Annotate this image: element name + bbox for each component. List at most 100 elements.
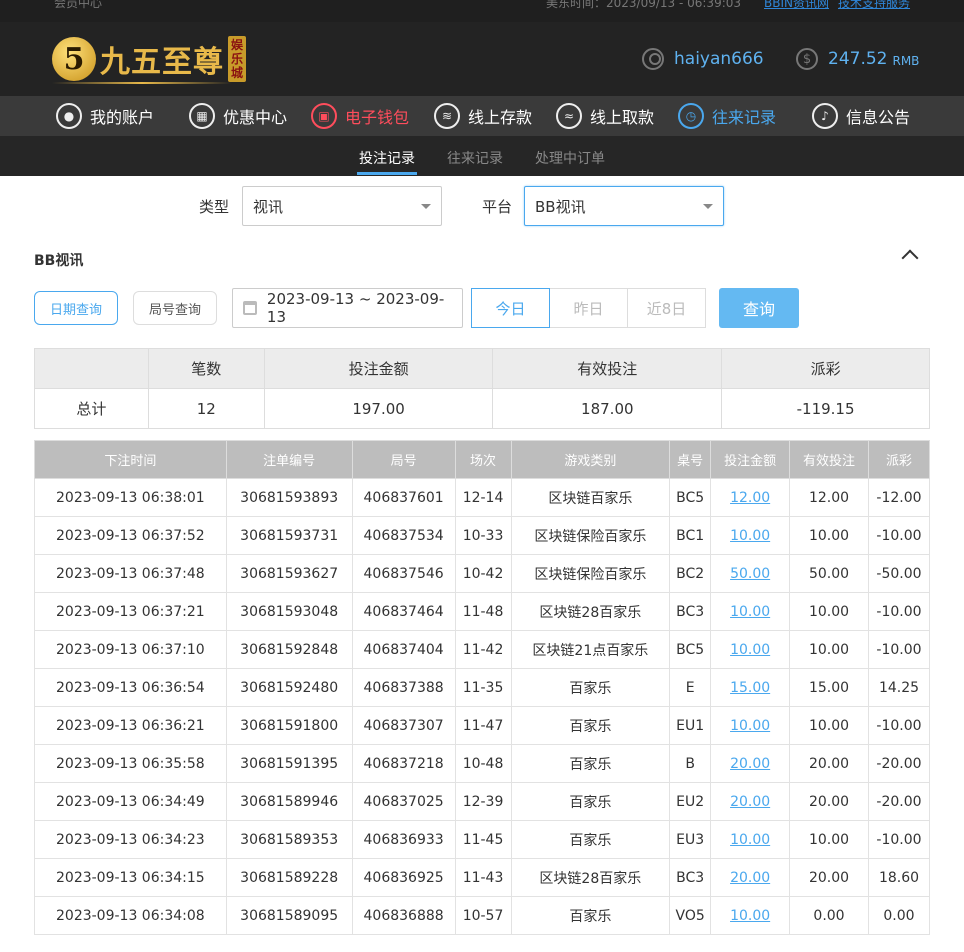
bet-amount-link[interactable]: 12.00: [710, 478, 791, 517]
table-cell: 15.00: [789, 668, 869, 707]
platform-select[interactable]: BB视讯: [524, 186, 724, 226]
table-cell: 10.00: [789, 592, 869, 631]
bet-amount-link[interactable]: 10.00: [710, 592, 791, 631]
bet-amount-link[interactable]: 20.00: [710, 744, 791, 783]
chevron-up-icon[interactable]: [901, 249, 919, 267]
nav-label: 信息公告: [846, 108, 911, 127]
table-cell: 11-35: [454, 668, 512, 707]
tab-bet-records[interactable]: 投注记录: [357, 148, 417, 175]
username: haiyan666: [674, 49, 764, 69]
column-header[interactable]: 注单编号: [225, 440, 353, 479]
table-cell: 30681589946: [225, 782, 353, 821]
table-cell: 11-45: [454, 820, 512, 859]
table-cell: 2023-09-13 06:37:48: [34, 554, 227, 593]
withdraw-icon: ≈: [556, 103, 582, 129]
logo-badge-char: 乐: [230, 52, 243, 66]
table-cell: 百家乐: [510, 668, 671, 707]
submit-query-button[interactable]: 查询: [719, 288, 799, 328]
table-cell: 0.00: [867, 896, 931, 935]
table-cell: 30681593893: [225, 478, 353, 517]
table-row: 2023-09-13 06:36:21 30681591800 406837307 1…: [34, 706, 931, 745]
table-cell: 20.00: [789, 782, 869, 821]
table-cell: 百家乐: [510, 896, 671, 935]
table-cell: BC3: [669, 858, 712, 897]
tab-pending-orders[interactable]: 处理中订单: [535, 148, 605, 168]
table-cell: -50.00: [867, 554, 931, 593]
column-header[interactable]: 有效投注: [789, 440, 869, 479]
column-header[interactable]: 游戏类别: [510, 440, 671, 479]
nav-label: 我的账户: [90, 108, 155, 127]
bet-amount-link[interactable]: 20.00: [710, 782, 791, 821]
table-cell: 406836933: [351, 820, 456, 859]
table-cell: 0.00: [789, 896, 869, 935]
user-info[interactable]: haiyan666: [642, 48, 764, 70]
bet-amount-link[interactable]: 10.00: [710, 896, 791, 935]
table-row: 2023-09-13 06:37:10 30681592848 406837404 1…: [34, 630, 931, 669]
wallet-icon: ▣: [311, 103, 337, 129]
member-center-label: 会员中心: [54, 0, 103, 10]
nav-label: 优惠中心: [223, 108, 288, 127]
round-query-button[interactable]: 局号查询: [133, 291, 217, 325]
bet-amount-link[interactable]: 10.00: [710, 630, 791, 669]
table-cell: 406837025: [351, 782, 456, 821]
nav-promotions[interactable]: ▦ 优惠中心: [189, 102, 287, 130]
table-cell: -10.00: [867, 516, 931, 555]
bet-amount-link[interactable]: 50.00: [710, 554, 791, 593]
summary-cell: 197.00: [263, 388, 494, 429]
bet-amount-link[interactable]: 10.00: [710, 706, 791, 745]
table-cell: 30681593048: [225, 592, 353, 631]
bet-amount-link[interactable]: 15.00: [710, 668, 791, 707]
bet-amount-link[interactable]: 20.00: [710, 858, 791, 897]
records-table: 下注时间 注单编号 局号 场次 游戏类别 桌号 投注金额 有效投注 派彩 202…: [34, 440, 931, 935]
today-button[interactable]: 今日: [471, 288, 550, 328]
nav-wallet[interactable]: ▣ 电子钱包: [311, 102, 409, 130]
news-link[interactable]: BBIN资讯网: [764, 0, 829, 11]
table-row: 2023-09-13 06:34:15 30681589228 406836925 1…: [34, 858, 931, 897]
dollar-icon: $: [796, 48, 818, 70]
table-cell: 406837546: [351, 554, 456, 593]
bet-amount-link[interactable]: 10.00: [710, 820, 791, 859]
nav-records[interactable]: ◷ 往来记录: [678, 102, 776, 130]
yesterday-button[interactable]: 昨日: [549, 288, 628, 328]
summary-header-row: 笔数 投注金额 有效投注 派彩: [34, 348, 930, 389]
column-header[interactable]: 场次: [454, 440, 512, 479]
date-range-input[interactable]: 2023-09-13 ~ 2023-09-13: [232, 288, 463, 328]
brand-logo[interactable]: 5 九五至尊 娱 乐 城: [52, 32, 246, 86]
table-row: 2023-09-13 06:36:54 30681592480 406837388 1…: [34, 668, 931, 707]
column-header[interactable]: 投注金额: [710, 440, 791, 479]
bet-amount-link[interactable]: 10.00: [710, 516, 791, 555]
table-cell: 2023-09-13 06:34:15: [34, 858, 227, 897]
table-cell: 百家乐: [510, 706, 671, 745]
summary-cell: 12: [147, 388, 265, 429]
table-row: 2023-09-13 06:37:21 30681593048 406837464 1…: [34, 592, 931, 631]
column-header[interactable]: 派彩: [867, 440, 931, 479]
table-cell: BC1: [669, 516, 712, 555]
nav-my-account[interactable]: ● 我的账户: [56, 102, 154, 130]
table-cell: 406836888: [351, 896, 456, 935]
table-cell: 406837464: [351, 592, 456, 631]
column-header[interactable]: 下注时间: [34, 440, 227, 479]
tab-transactions[interactable]: 往来记录: [447, 148, 503, 168]
table-cell: 30681593731: [225, 516, 353, 555]
nav-label: 电子钱包: [345, 108, 410, 127]
table-cell: 2023-09-13 06:34:23: [34, 820, 227, 859]
last-8-days-button[interactable]: 近8日: [627, 288, 706, 328]
column-header[interactable]: 局号: [351, 440, 456, 479]
nav-deposit[interactable]: ≋ 线上存款: [434, 102, 532, 130]
table-cell: 10-33: [454, 516, 512, 555]
table-cell: 12.00: [789, 478, 869, 517]
table-cell: 2023-09-13 06:36:54: [34, 668, 227, 707]
support-link[interactable]: 技术支持服务: [838, 0, 910, 11]
nav-announcements[interactable]: ♪ 信息公告: [812, 102, 910, 130]
table-cell: 百家乐: [510, 782, 671, 821]
nav-withdraw[interactable]: ≈ 线上取款: [556, 102, 654, 130]
table-cell: 12-14: [454, 478, 512, 517]
table-cell: 14.25: [867, 668, 931, 707]
table-cell: 30681591800: [225, 706, 353, 745]
date-query-button[interactable]: 日期查询: [34, 291, 118, 325]
table-cell: 30681593627: [225, 554, 353, 593]
table-row: 2023-09-13 06:38:01 30681593893 406837601 1…: [34, 478, 931, 517]
column-header[interactable]: 桌号: [669, 440, 712, 479]
type-select[interactable]: 视讯: [242, 186, 442, 226]
header: 5 九五至尊 娱 乐 城 haiyan666 $ 247.52 RMB: [0, 22, 964, 96]
